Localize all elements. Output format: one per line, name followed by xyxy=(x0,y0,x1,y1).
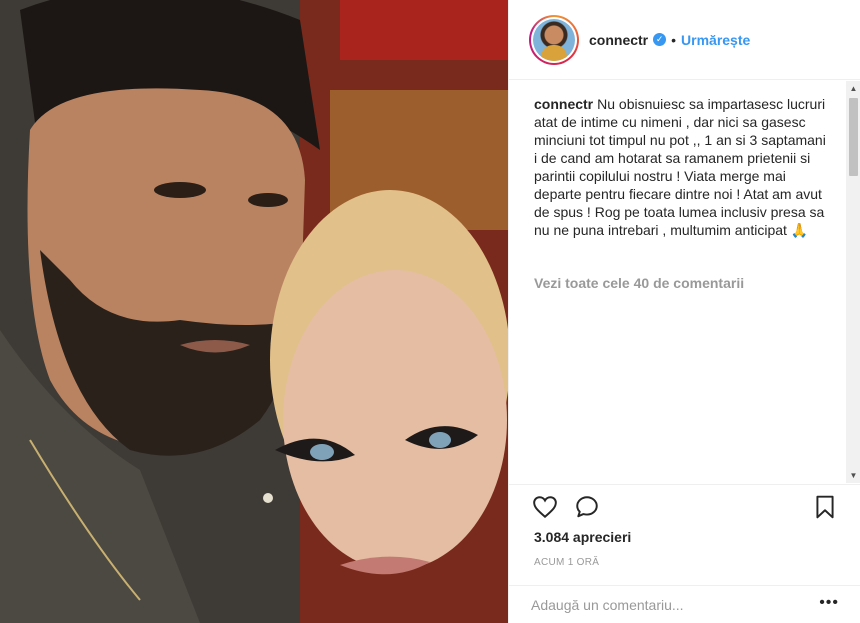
header-separator: • xyxy=(671,31,677,48)
save-button[interactable] xyxy=(809,491,841,523)
add-comment-bar: ••• xyxy=(509,585,860,623)
post-header: connectr ✓ • Urmărește xyxy=(509,0,860,80)
scroll-up-arrow-icon[interactable]: ▲ xyxy=(846,81,860,96)
post-side-panel: connectr ✓ • Urmărește connectr Nu obisnu… xyxy=(508,0,860,623)
comment-bubble-icon xyxy=(576,496,598,518)
header-username[interactable]: connectr xyxy=(589,32,648,48)
bookmark-icon xyxy=(816,495,834,519)
scroll-thumb[interactable] xyxy=(849,98,858,176)
post-photo-illustration xyxy=(0,0,508,623)
view-all-comments-link[interactable]: Vezi toate cele 40 de comentarii xyxy=(534,275,744,291)
comments-area: connectr Nu obisnuiesc sa impartasesc luc… xyxy=(509,81,860,483)
scroll-down-arrow-icon[interactable]: ▼ xyxy=(846,468,860,483)
more-options-icon[interactable]: ••• xyxy=(819,594,839,612)
comment-button[interactable] xyxy=(571,491,603,523)
caption-username[interactable]: connectr xyxy=(534,96,593,112)
comments-scrollbar[interactable]: ▲ ▼ xyxy=(846,81,860,483)
post-photo[interactable] xyxy=(0,0,508,623)
like-button[interactable] xyxy=(529,491,561,523)
avatar[interactable] xyxy=(529,14,579,65)
heart-icon xyxy=(533,496,557,519)
follow-button[interactable]: Urmărește xyxy=(681,32,750,48)
caption-text: Nu obisnuiesc sa impartasesc lucruri ata… xyxy=(534,96,826,238)
verified-badge-icon: ✓ xyxy=(653,33,667,46)
comment-input[interactable] xyxy=(531,594,811,616)
post-timestamp[interactable]: ACUM 1 ORĂ xyxy=(534,557,599,568)
post-caption: connectr Nu obisnuiesc sa impartasesc luc… xyxy=(534,95,832,239)
avatar-image xyxy=(533,18,575,61)
post-actions: 3.084 aprecieri ACUM 1 ORĂ xyxy=(509,484,860,574)
likes-count[interactable]: 3.084 aprecieri xyxy=(534,529,631,545)
